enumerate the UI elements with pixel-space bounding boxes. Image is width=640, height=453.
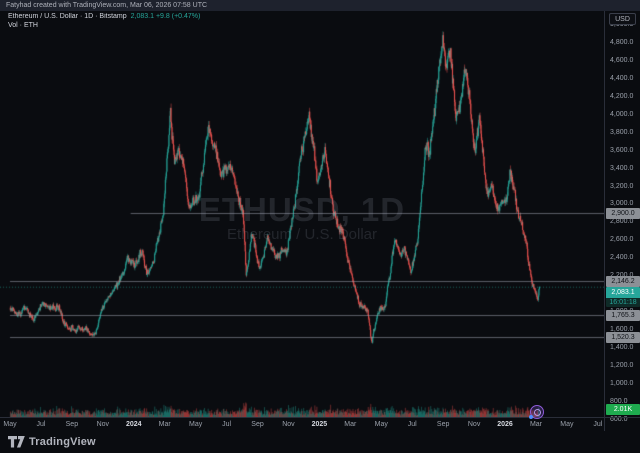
price-tick-label: 4,600.0: [610, 57, 633, 65]
time-tick-month: Nov: [282, 421, 294, 428]
legend-last-price: 2,083.1: [131, 13, 154, 20]
time-tick-month: Sep: [251, 421, 263, 428]
time-tick-month: May: [189, 421, 202, 428]
last-price-value: 2,083.1: [606, 287, 640, 298]
currency-button[interactable]: USD: [609, 13, 636, 25]
time-tick-month: Jul: [593, 421, 602, 428]
time-tick-month: May: [375, 421, 388, 428]
legend-symbol[interactable]: Ethereum / U.S. Dollar · 1D · Bitstamp: [8, 13, 127, 20]
event-swirl-icon: [534, 409, 541, 416]
legend-change: +9.8 (+0.47%): [156, 13, 200, 20]
price-tick-label: 3,400.0: [610, 165, 633, 173]
attribution-bar: Fatyhad created with TradingView.com, Ma…: [0, 0, 640, 11]
event-dot-icon: [529, 415, 533, 419]
candlestick-canvas[interactable]: [0, 11, 604, 417]
price-tick-label: 4,400.0: [610, 75, 633, 83]
tradingview-wordmark: TradingView: [29, 436, 96, 448]
time-tick-month: Sep: [437, 421, 449, 428]
time-tick-year: 2025: [312, 421, 328, 428]
time-tick-year: 2024: [126, 421, 142, 428]
time-tick-month: May: [3, 421, 16, 428]
price-tick-label: 3,200.0: [610, 183, 633, 191]
hline-price-badge: 1,765.3: [606, 310, 640, 321]
price-tick-label: 2,800.0: [610, 218, 633, 226]
bar-countdown: 16:01:18: [606, 298, 640, 307]
price-tick-label: 1,400.0: [610, 344, 633, 352]
time-tick-month: Mar: [159, 421, 171, 428]
attribution-text: Fatyhad created with TradingView.com, Ma…: [6, 2, 207, 9]
price-tick-label: 2,400.0: [610, 254, 633, 262]
tradingview-logo[interactable]: TradingView: [8, 436, 96, 448]
hline-price-badge: 1,520.3: [606, 332, 640, 343]
time-tick-month: Sep: [66, 421, 78, 428]
price-tick-label: 4,000.0: [610, 111, 633, 119]
time-tick-month: Mar: [530, 421, 542, 428]
legend-volume-row[interactable]: Vol · ETH: [8, 22, 38, 29]
price-tick-label: 1,200.0: [610, 362, 633, 370]
price-tick-label: 2,600.0: [610, 236, 633, 244]
time-tick-month: Jul: [222, 421, 231, 428]
time-tick-month: Jul: [36, 421, 45, 428]
price-tick-label: 3,800.0: [610, 129, 633, 137]
time-tick-month: Mar: [344, 421, 356, 428]
time-tick-year: 2026: [497, 421, 513, 428]
price-tick-label: 4,800.0: [610, 39, 633, 47]
price-axis[interactable]: USD 5,000.04,800.04,600.04,400.04,200.04…: [604, 11, 640, 431]
chart-pane[interactable]: ETHUSD, 1D Ethereum / U.S. Dollar Ethere…: [0, 11, 604, 417]
brand-bar: TradingView: [0, 431, 640, 453]
time-tick-month: Nov: [468, 421, 480, 428]
price-tick-label: 1,000.0: [610, 380, 633, 388]
volume-value-badge: 2.01K: [606, 404, 640, 415]
time-tick-month: Nov: [97, 421, 109, 428]
legend-symbol-row[interactable]: Ethereum / U.S. Dollar · 1D · Bitstamp 2,…: [8, 13, 200, 20]
hline-price-badge: 2,146.2: [606, 276, 640, 287]
price-tick-label: 3,600.0: [610, 147, 633, 155]
legend-volume-label[interactable]: Vol · ETH: [8, 22, 38, 29]
tradingview-snapshot: Fatyhad created with TradingView.com, Ma…: [0, 0, 640, 453]
time-tick-month: May: [560, 421, 573, 428]
tradingview-mark-icon: [8, 436, 25, 448]
time-axis[interactable]: May Jul Sep Nov 2024 Mar May Jul Sep Nov 2025 Mar Ma…: [0, 417, 640, 431]
time-tick-month: Jul: [408, 421, 417, 428]
timeline-event-icon[interactable]: [530, 405, 544, 419]
last-price-badge: 2,083.116:01:18: [606, 287, 640, 307]
price-tick-label: 4,200.0: [610, 93, 633, 101]
hline-price-badge: 2,900.0: [606, 208, 640, 219]
